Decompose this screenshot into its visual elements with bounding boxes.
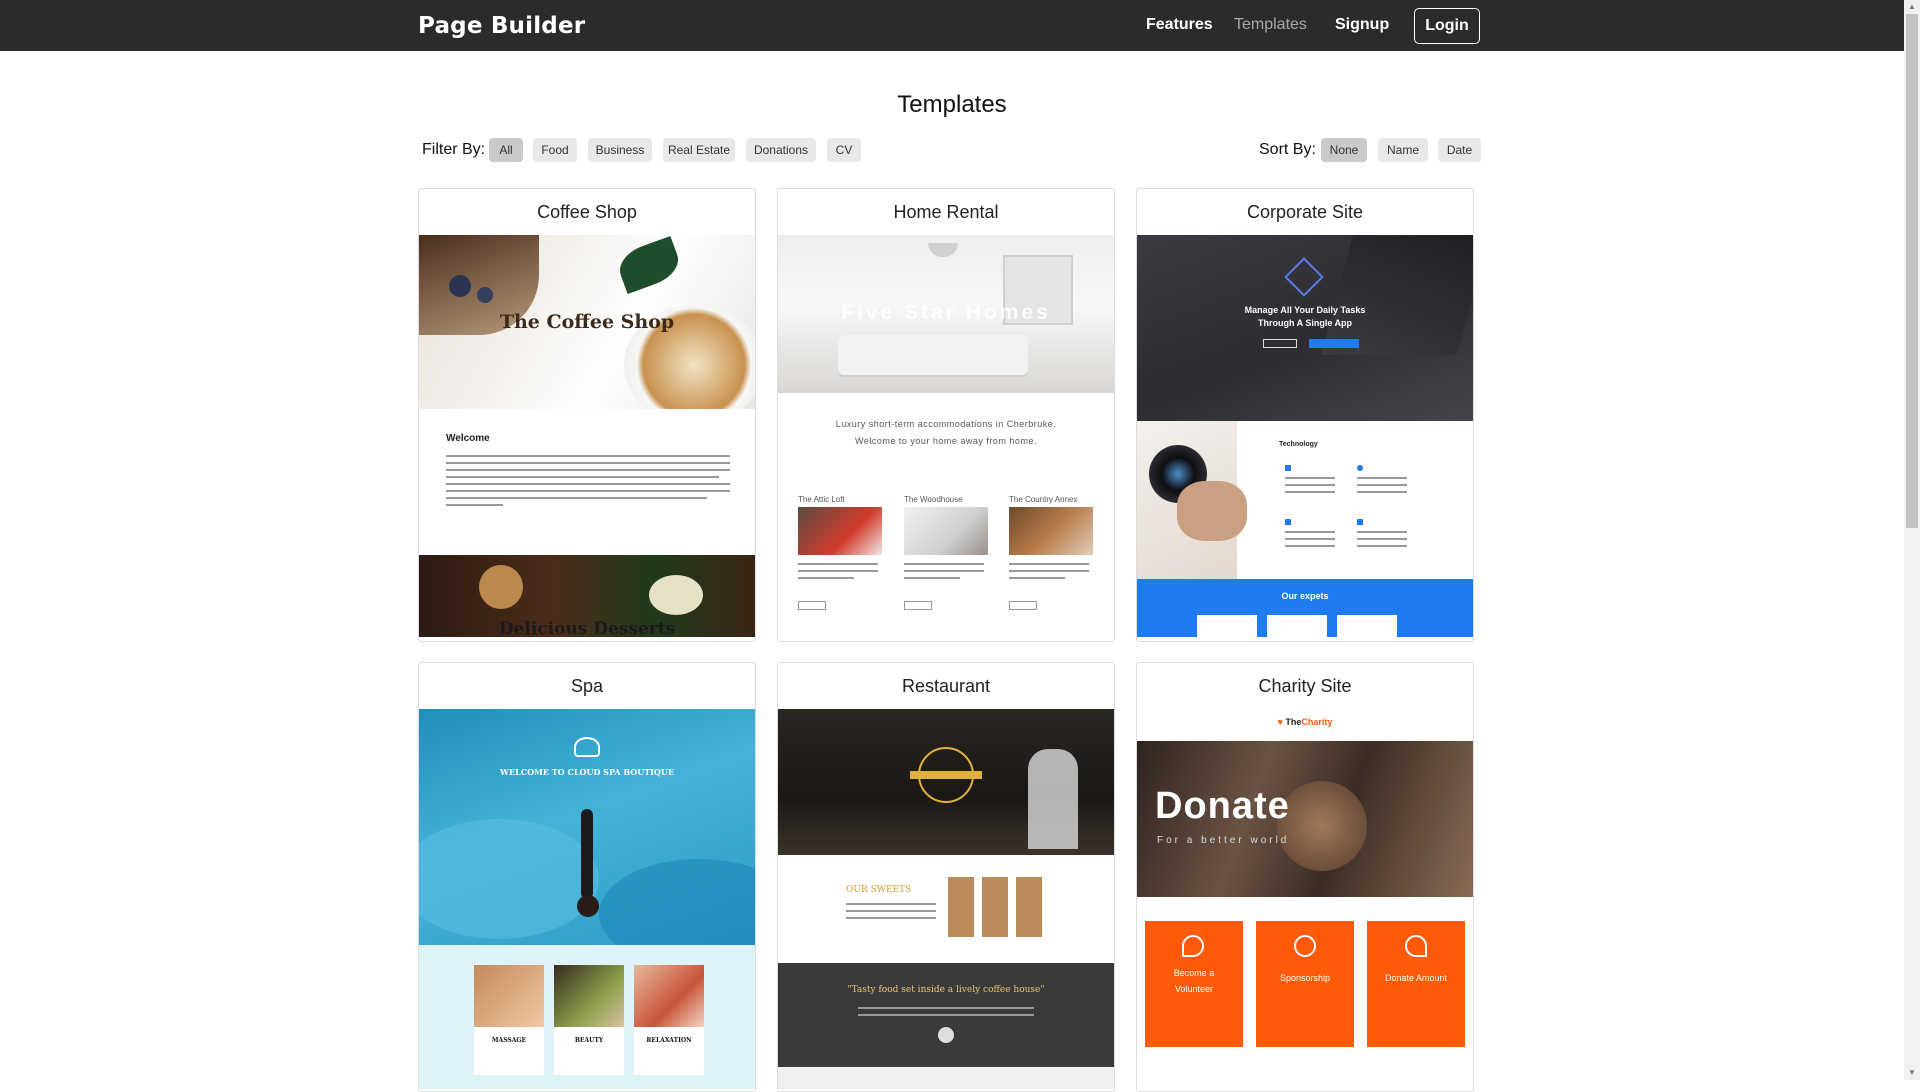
template-card-title: Home Rental bbox=[893, 202, 999, 222]
template-card-home-rental[interactable]: Home Rental Five Star Homes Luxury short… bbox=[777, 188, 1115, 642]
preview-hero-text: Donate bbox=[1155, 785, 1290, 827]
template-preview[interactable]: WELCOME TO CLOUD SPA BOUTIQUE MASSAGE BE… bbox=[419, 709, 755, 1089]
template-card-title: Corporate Site bbox=[1246, 202, 1364, 222]
donate-heart-icon bbox=[1405, 935, 1427, 957]
template-preview[interactable]: Manage All Your Daily Tasks Through A Si… bbox=[1137, 235, 1473, 637]
preview-hero-text: WELCOME TO CLOUD SPA BOUTIQUE bbox=[500, 767, 674, 777]
preview-card-1: Become a Volunteer bbox=[1173, 968, 1215, 994]
preview-tagline-2: Welcome to your home away from home. bbox=[855, 436, 1037, 446]
nav-link-templates[interactable]: Templates bbox=[1234, 16, 1307, 34]
sort-chip-none[interactable]: None bbox=[1321, 138, 1367, 162]
template-card-spa[interactable]: Spa WELCOME TO CLOUD SPA BOUTIQUE MASSAG… bbox=[418, 662, 756, 1092]
preview-tagline-1: Luxury short-term accommodations in Cher… bbox=[835, 419, 1057, 429]
navbar: Page Builder Features Templates Signup L… bbox=[0, 0, 1904, 51]
nav-link-features[interactable]: Features bbox=[1146, 16, 1213, 34]
template-card-corporate-site[interactable]: Corporate Site Manage All Your Daily Tas… bbox=[1136, 188, 1474, 642]
template-card-title: Charity Site bbox=[1258, 676, 1352, 696]
preview-section-title: Welcome bbox=[446, 433, 490, 444]
preview-hero-line-2: Through A Single App bbox=[1258, 318, 1352, 328]
filter-chip-business[interactable]: Business bbox=[588, 138, 652, 162]
sort-label: Sort By: bbox=[1259, 141, 1316, 158]
template-card-title: Restaurant bbox=[901, 676, 991, 696]
preview-card-3: RELAXATION bbox=[646, 1037, 692, 1044]
sort-chip-date[interactable]: Date bbox=[1438, 138, 1481, 162]
filter-chip-donations[interactable]: Donations bbox=[746, 138, 816, 162]
preview-card-2: Sponsorship bbox=[1279, 973, 1331, 983]
preview-quote: "Tasty food set inside a lively coffee h… bbox=[847, 985, 1045, 995]
sponsorship-icon bbox=[1294, 935, 1316, 957]
shell-logo-icon bbox=[574, 737, 600, 757]
scroll-up-arrow-icon[interactable]: ▲ bbox=[1904, 0, 1920, 14]
scrollbar-thumb[interactable] bbox=[1906, 14, 1918, 528]
volunteer-icon bbox=[1182, 935, 1204, 957]
template-card-title: Spa bbox=[570, 676, 604, 696]
template-preview[interactable]: OUR SWEETS "Tasty food set inside a live… bbox=[778, 709, 1114, 1089]
preview-logo: ♥ TheCharity bbox=[1277, 717, 1333, 727]
preview-card-2: BEAUTY bbox=[574, 1037, 604, 1044]
preview-listing-3: The Country Annex bbox=[1009, 495, 1078, 504]
filter-chip-food[interactable]: Food bbox=[533, 138, 577, 162]
template-preview[interactable]: ♥ TheCharity Donate For a better world B… bbox=[1137, 709, 1473, 1089]
login-button[interactable]: Login bbox=[1414, 8, 1480, 44]
filter-chip-real-estate[interactable]: Real Estate bbox=[663, 138, 735, 162]
filter-chip-all[interactable]: All bbox=[489, 138, 523, 162]
heart-icon: ♥ bbox=[1277, 717, 1283, 727]
brand-logo[interactable]: Page Builder bbox=[418, 13, 585, 39]
filter-chip-cv[interactable]: CV bbox=[827, 138, 861, 162]
preview-listing-1: The Attic Loft bbox=[798, 495, 845, 504]
filter-label: Filter By: bbox=[422, 141, 486, 158]
template-card-title: Coffee Shop bbox=[537, 202, 637, 222]
preview-section-title: OUR SWEETS bbox=[846, 885, 912, 895]
preview-hero-line-1: Manage All Your Daily Tasks bbox=[1244, 305, 1366, 315]
sort-chip-name[interactable]: Name bbox=[1378, 138, 1428, 162]
template-preview[interactable]: The Coffee Shop Welcome Delicious Desser… bbox=[419, 235, 755, 637]
preview-card-3: Donate Amount bbox=[1384, 973, 1448, 983]
nav-link-signup[interactable]: Signup bbox=[1335, 16, 1389, 34]
template-card-coffee-shop[interactable]: Coffee Shop The Coffee Shop Welcome Deli… bbox=[418, 188, 756, 642]
preview-footer-text: Delicious Desserts bbox=[498, 619, 676, 637]
page-title: Templates bbox=[897, 91, 1007, 118]
template-card-charity-site[interactable]: Charity Site ♥ TheCharity Donate For a b… bbox=[1136, 662, 1474, 1092]
preview-hero-text: The Coffee Shop bbox=[499, 311, 675, 333]
preview-card-1: MASSAGE bbox=[491, 1037, 527, 1044]
preview-subhero-text: For a better world bbox=[1157, 835, 1290, 846]
cube-icon bbox=[1284, 257, 1324, 297]
preview-listing-2: The Woodhouse bbox=[904, 495, 963, 504]
preview-hero-text: Five Star Homes bbox=[841, 301, 1051, 324]
template-preview[interactable]: Five Star Homes Luxury short-term accomm… bbox=[778, 235, 1114, 637]
scroll-down-arrow-icon[interactable]: ▼ bbox=[1904, 1066, 1920, 1080]
preview-section-title: Technology bbox=[1279, 441, 1318, 448]
template-card-restaurant[interactable]: Restaurant OUR SWEETS "Tasty food set in… bbox=[777, 662, 1115, 1092]
preview-band-title: Our expets bbox=[1281, 591, 1329, 601]
